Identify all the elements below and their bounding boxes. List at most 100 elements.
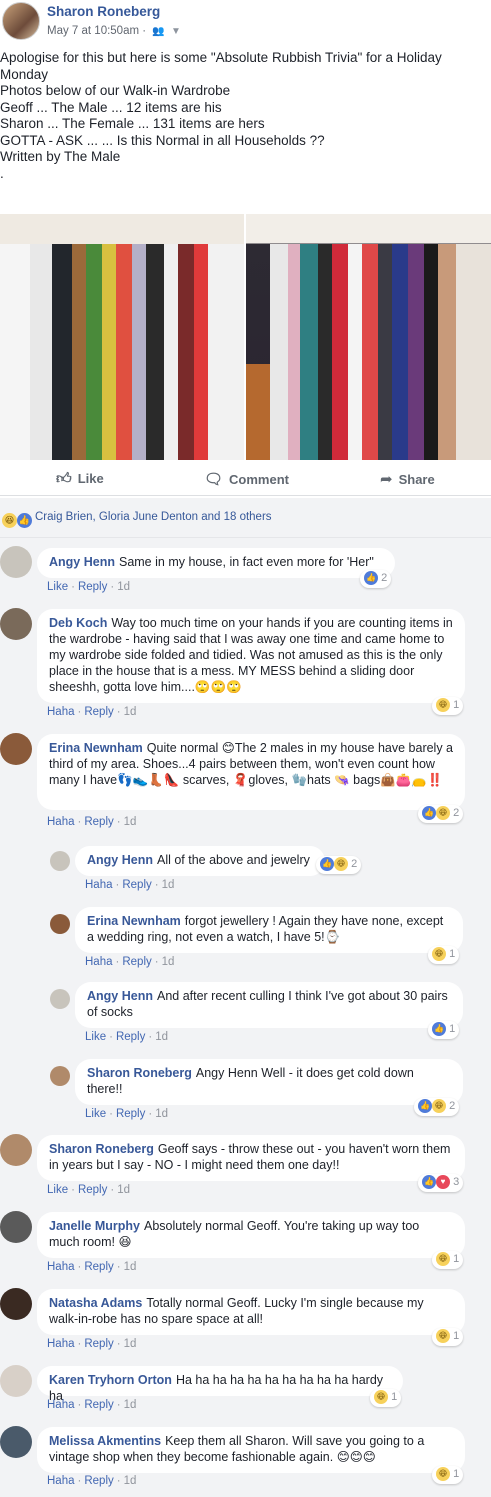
comment-reactions[interactable]: 😆 1 bbox=[432, 1251, 464, 1269]
like-button[interactable]: 👍︎ Like bbox=[56, 470, 104, 488]
commenter-avatar[interactable] bbox=[0, 1134, 32, 1166]
comment-time[interactable]: 1d bbox=[124, 1399, 137, 1411]
comment-reactions[interactable]: 👍 😆 2 bbox=[418, 805, 464, 823]
comment-time[interactable]: 1d bbox=[155, 1031, 168, 1043]
react-link[interactable]: Haha bbox=[47, 706, 75, 718]
reply-link[interactable]: Reply bbox=[78, 1184, 107, 1196]
thumbs-up-icon: 👍︎ bbox=[56, 470, 72, 487]
commenter-name[interactable]: Janelle Murphy bbox=[49, 1219, 140, 1233]
like-reaction-icon: 👍 bbox=[418, 1099, 432, 1113]
reply-link[interactable]: Reply bbox=[84, 1338, 113, 1350]
reaction-names[interactable]: Craig Brien, Gloria June Denton and 18 o… bbox=[35, 511, 272, 523]
react-link[interactable]: Like bbox=[85, 1031, 106, 1043]
comment-reactions[interactable]: 👍 ♥ 3 bbox=[418, 1174, 464, 1192]
react-link[interactable]: Like bbox=[47, 1184, 68, 1196]
react-link[interactable]: Haha bbox=[47, 1399, 75, 1411]
comment-reactions[interactable]: 😆 1 bbox=[370, 1389, 402, 1407]
commenter-name[interactable]: Natasha Adams bbox=[49, 1296, 142, 1310]
commenter-avatar[interactable] bbox=[0, 608, 32, 640]
commenter-avatar[interactable] bbox=[50, 1066, 70, 1086]
react-link[interactable]: Haha bbox=[47, 1261, 75, 1273]
wardrobe-photo-right[interactable] bbox=[246, 214, 491, 460]
reply-link[interactable]: Reply bbox=[84, 1399, 113, 1411]
comment-actions: Haha · Reply · 1d bbox=[47, 816, 137, 828]
reply-link[interactable]: Reply bbox=[84, 1261, 113, 1273]
comment-time[interactable]: 1d bbox=[162, 956, 175, 968]
comment-reactions[interactable]: 😆 1 bbox=[432, 1328, 464, 1346]
commenter-name[interactable]: Deb Koch bbox=[49, 616, 107, 630]
comment-bubble: Angy Henn All of the above and jewelry bbox=[75, 846, 325, 876]
post-text-line: Monday bbox=[0, 66, 49, 82]
post-text-line: Photos below of our Walk-in Wardrobe bbox=[0, 83, 231, 98]
reply-link[interactable]: Reply bbox=[84, 1475, 113, 1487]
commenter-avatar[interactable] bbox=[50, 914, 70, 934]
commenter-avatar[interactable] bbox=[50, 989, 70, 1009]
commenter-avatar[interactable] bbox=[0, 1211, 32, 1243]
comment-time[interactable]: 1d bbox=[124, 706, 137, 718]
react-link[interactable]: Haha bbox=[85, 879, 113, 891]
comment-reactions[interactable]: 👍 😆 2 bbox=[414, 1098, 460, 1116]
post-body: Apologise for this but here is some "Abs… bbox=[0, 50, 491, 182]
share-button[interactable]: ➦ Share bbox=[380, 470, 435, 488]
comment-time[interactable]: 1d bbox=[124, 1261, 137, 1273]
post-timestamp[interactable]: May 7 at 10:50am bbox=[47, 25, 139, 37]
comment-actions: Like · Reply · 1d bbox=[47, 1184, 130, 1196]
reply-link[interactable]: Reply bbox=[116, 1031, 145, 1043]
comment-actions: Like · Reply · 1d bbox=[85, 1031, 168, 1043]
comment-reactions[interactable]: 👍 😆 2 bbox=[316, 856, 362, 874]
reply-link[interactable]: Reply bbox=[78, 581, 107, 593]
reply-link[interactable]: Reply bbox=[116, 1108, 145, 1120]
commenter-name[interactable]: Erina Newnham bbox=[87, 914, 181, 928]
comment-reactions[interactable]: 👍 1 bbox=[428, 1021, 460, 1039]
comment-reactions[interactable]: 👍 2 bbox=[360, 570, 392, 588]
commenter-name[interactable]: Sharon Roneberg bbox=[87, 1066, 192, 1080]
reply-link[interactable]: Reply bbox=[84, 816, 113, 828]
reply-link[interactable]: Reply bbox=[122, 879, 151, 891]
commenter-avatar[interactable] bbox=[0, 1365, 32, 1397]
reaction-count: 1 bbox=[449, 947, 456, 960]
commenter-name[interactable]: Erina Newnham bbox=[49, 741, 143, 755]
react-link[interactable]: Haha bbox=[47, 816, 75, 828]
commenter-avatar[interactable] bbox=[0, 546, 32, 578]
like-reaction-icon: 👍 bbox=[432, 1022, 446, 1036]
post-author-name[interactable]: Sharon Roneberg bbox=[47, 4, 160, 19]
reaction-icons[interactable]: 😆 👍 bbox=[2, 512, 32, 529]
comment-actions: Haha · Reply · 1d bbox=[47, 1261, 137, 1273]
commenter-avatar[interactable] bbox=[0, 1426, 32, 1458]
commenter-name[interactable]: Angy Henn bbox=[87, 989, 153, 1003]
reply-link[interactable]: Reply bbox=[122, 956, 151, 968]
author-avatar[interactable] bbox=[2, 2, 40, 40]
comment-reactions[interactable]: 😆 1 bbox=[432, 1466, 464, 1484]
comment-actions: Haha · Reply · 1d bbox=[47, 706, 137, 718]
comment-bubble: Angy Henn Same in my house, in fact even … bbox=[37, 548, 395, 578]
comment-time[interactable]: 1d bbox=[117, 1184, 130, 1196]
reply-link[interactable]: Reply bbox=[84, 706, 113, 718]
wardrobe-photo-left[interactable] bbox=[0, 214, 244, 460]
comment-time[interactable]: 1d bbox=[117, 581, 130, 593]
comment-reactions[interactable]: 😆 1 bbox=[432, 697, 464, 715]
chevron-down-icon[interactable]: ▼ bbox=[171, 26, 181, 37]
commenter-name[interactable]: Angy Henn bbox=[87, 853, 153, 867]
comment-time[interactable]: 1d bbox=[124, 1338, 137, 1350]
comment-reactions[interactable]: 😆 1 bbox=[428, 946, 460, 964]
post-text-line: Sharon ... The Female ... 131 items are … bbox=[0, 116, 265, 131]
commenter-avatar[interactable] bbox=[0, 733, 32, 765]
commenter-avatar[interactable] bbox=[50, 851, 70, 871]
commenter-name[interactable]: Angy Henn bbox=[49, 555, 115, 569]
commenter-name[interactable]: Melissa Akmentins bbox=[49, 1434, 161, 1448]
commenter-name[interactable]: Karen Tryhorn Orton bbox=[49, 1373, 172, 1387]
react-link[interactable]: Haha bbox=[47, 1338, 75, 1350]
comment-time[interactable]: 1d bbox=[162, 879, 175, 891]
commenter-name[interactable]: Sharon Roneberg bbox=[49, 1142, 154, 1156]
react-link[interactable]: Haha bbox=[85, 956, 113, 968]
commenter-avatar[interactable] bbox=[0, 1288, 32, 1320]
react-link[interactable]: Haha bbox=[47, 1475, 75, 1487]
comment-time[interactable]: 1d bbox=[124, 1475, 137, 1487]
comment-button[interactable]: 🗨︎ Comment bbox=[204, 470, 289, 488]
react-link[interactable]: Like bbox=[85, 1108, 106, 1120]
comment-text: Way too much time on your hands if you a… bbox=[49, 616, 453, 694]
react-link[interactable]: Like bbox=[47, 581, 68, 593]
post-actions-bar: 👍︎ Like 🗨︎ Comment ➦ Share bbox=[0, 464, 491, 496]
comment-time[interactable]: 1d bbox=[155, 1108, 168, 1120]
comment-time[interactable]: 1d bbox=[124, 816, 137, 828]
